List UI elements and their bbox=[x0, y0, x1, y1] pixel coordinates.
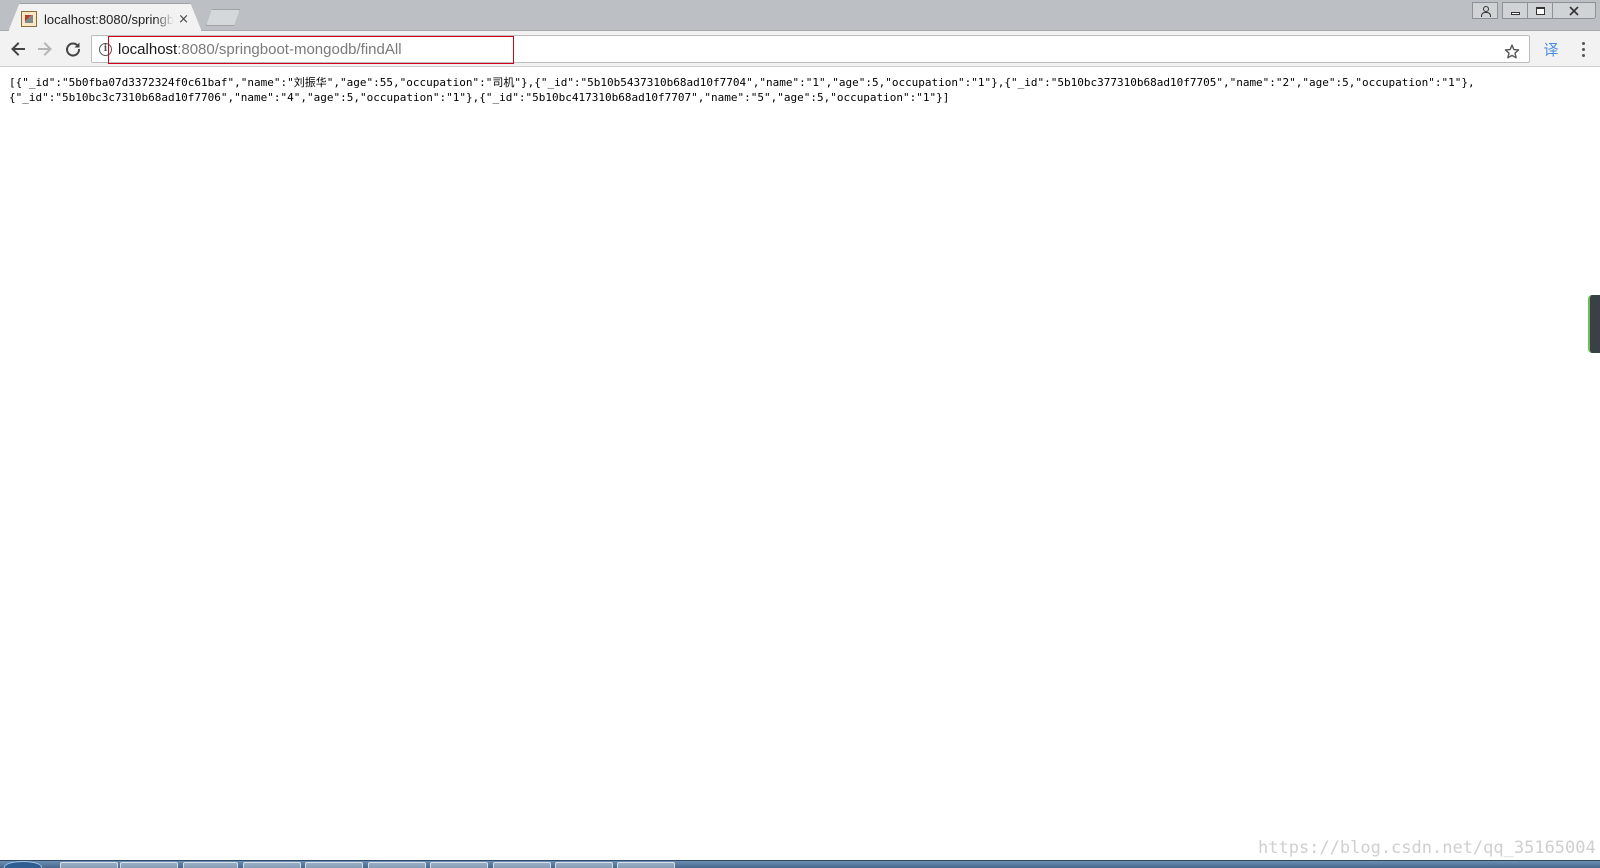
side-panel-handle[interactable] bbox=[1588, 295, 1600, 353]
url-host: localhost bbox=[118, 41, 178, 58]
taskbar-app-2[interactable] bbox=[120, 862, 178, 868]
watermark: https://blog.csdn.net/qq_35165004 bbox=[1258, 838, 1596, 858]
profile-button[interactable] bbox=[1472, 2, 1498, 19]
address-bar[interactable]: i localhost:8080/springboot-mongodb/find… bbox=[91, 35, 1530, 64]
browser-menu-button[interactable] bbox=[1572, 38, 1594, 60]
os-taskbar bbox=[0, 860, 1600, 868]
toolbar: i localhost:8080/springboot-mongodb/find… bbox=[0, 31, 1600, 67]
site-info-icon[interactable]: i bbox=[99, 43, 112, 56]
taskbar-app-1[interactable] bbox=[60, 862, 118, 868]
forward-button[interactable] bbox=[33, 37, 57, 61]
user-icon bbox=[1480, 5, 1491, 17]
reload-icon bbox=[66, 42, 81, 57]
tab-inner: localhost:8080/springboot-mongodb/findAl… bbox=[21, 8, 189, 30]
favicon-icon bbox=[21, 11, 37, 27]
taskbar-app-4[interactable] bbox=[243, 862, 301, 868]
taskbar-app-7[interactable] bbox=[430, 862, 488, 868]
tab-strip: localhost:8080/springboot-mongodb/findAl… bbox=[0, 0, 1600, 32]
new-tab-button[interactable] bbox=[206, 9, 240, 26]
forward-arrow-icon bbox=[38, 42, 52, 56]
tab-close-icon[interactable]: × bbox=[178, 12, 189, 27]
menu-dot bbox=[1581, 47, 1585, 51]
url-path: :8080/springboot-mongodb/findAll bbox=[177, 41, 402, 58]
tab-active[interactable]: localhost:8080/springboot-mongodb/findAl… bbox=[8, 3, 202, 32]
reload-button[interactable] bbox=[61, 37, 85, 61]
menu-dot bbox=[1581, 41, 1585, 45]
back-arrow-icon bbox=[11, 42, 25, 56]
start-button[interactable] bbox=[4, 861, 42, 868]
restore-button[interactable] bbox=[1527, 2, 1553, 19]
json-response-text: [{"_id":"5b0fba07d3372324f0c61baf","name… bbox=[9, 76, 1475, 104]
close-icon bbox=[1569, 5, 1579, 16]
taskbar-app-10[interactable] bbox=[617, 862, 675, 868]
close-window-button[interactable] bbox=[1552, 2, 1596, 19]
url-text[interactable]: localhost:8080/springboot-mongodb/findAl… bbox=[118, 41, 402, 58]
tab-title: localhost:8080/springboot-mongodb/findAl… bbox=[44, 11, 175, 27]
browser-window: localhost:8080/springboot-mongodb/findAl… bbox=[0, 0, 1600, 868]
minimize-button[interactable] bbox=[1502, 2, 1528, 19]
taskbar-app-3[interactable] bbox=[183, 862, 238, 868]
translate-button[interactable]: 译 bbox=[1540, 38, 1562, 60]
minimize-icon bbox=[1510, 12, 1520, 15]
taskbar-app-8[interactable] bbox=[493, 862, 551, 868]
taskbar-app-9[interactable] bbox=[555, 862, 613, 868]
taskbar-app-6[interactable] bbox=[368, 862, 426, 868]
back-button[interactable] bbox=[6, 37, 30, 61]
bookmark-button[interactable] bbox=[1502, 42, 1522, 62]
menu-dot bbox=[1581, 53, 1585, 57]
taskbar-app-5[interactable] bbox=[305, 862, 363, 868]
page-content: [{"_id":"5b0fba07d3372324f0c61baf","name… bbox=[0, 67, 1600, 860]
restore-icon bbox=[1535, 6, 1545, 15]
star-icon bbox=[1504, 44, 1520, 59]
